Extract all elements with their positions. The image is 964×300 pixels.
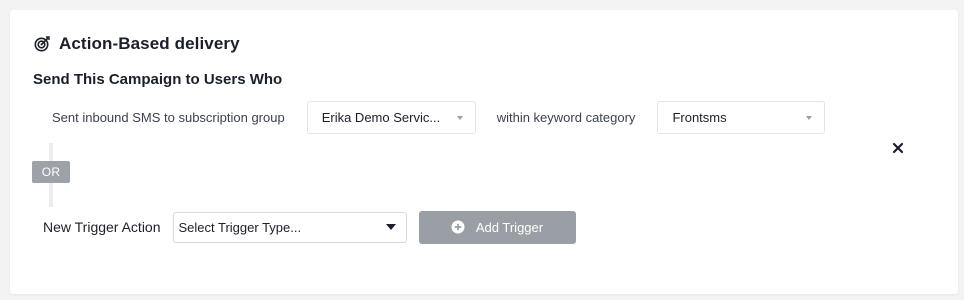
section-header: Action-Based delivery	[33, 33, 240, 55]
keyword-category-value: Frontsms	[672, 109, 727, 125]
chevron-down-icon	[456, 116, 463, 120]
caret-down-icon	[385, 224, 396, 230]
plus-circle-icon	[451, 220, 465, 234]
section-subtitle: Send This Campaign to Users Who	[33, 71, 283, 88]
target-icon	[33, 35, 51, 53]
section-title: Action-Based delivery	[59, 34, 240, 53]
trigger-type-value: Select Trigger Type...	[178, 219, 302, 235]
trigger-type-select[interactable]: Select Trigger Type...	[172, 211, 407, 243]
within-text: within keyword category	[496, 109, 636, 125]
keyword-category-select[interactable]: Frontsms	[657, 100, 826, 134]
subscription-group-select[interactable]: Erika Demo Servic...	[306, 100, 476, 134]
add-trigger-label: Add Trigger	[475, 219, 544, 235]
new-trigger-row: New Trigger Action Select Trigger Type..…	[43, 210, 576, 244]
or-badge: OR	[32, 161, 70, 183]
chevron-down-icon	[806, 116, 813, 120]
close-icon	[892, 142, 904, 154]
rule-prefix-text: Sent inbound SMS to subscription group	[52, 109, 285, 125]
remove-trigger-button[interactable]	[890, 140, 906, 156]
subscription-group-value: Erika Demo Servic...	[321, 109, 441, 125]
new-trigger-label: New Trigger Action	[43, 219, 161, 235]
trigger-rule-row: Sent inbound SMS to subscription group E…	[52, 100, 826, 134]
add-trigger-button[interactable]: Add Trigger	[418, 210, 576, 244]
